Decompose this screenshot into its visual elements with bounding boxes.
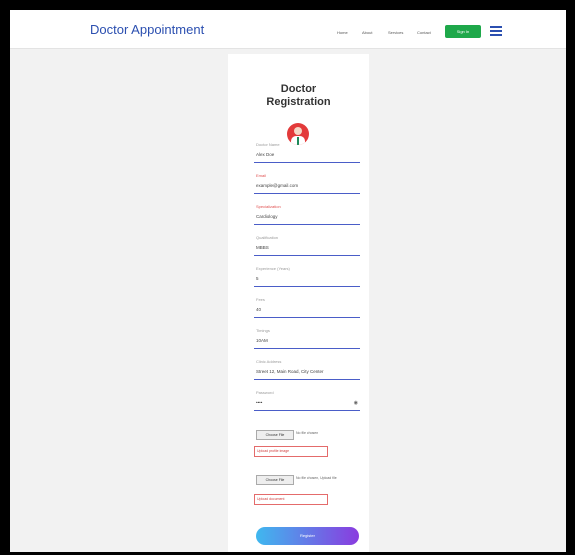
nav-home[interactable]: Home [337, 30, 348, 35]
menu-icon[interactable] [490, 26, 502, 36]
choose-file-button[interactable]: Choose File [256, 475, 294, 485]
register-button[interactable]: Register [256, 527, 359, 545]
nav-contact[interactable]: Contact [417, 30, 431, 35]
nav-services[interactable]: Services [388, 30, 403, 35]
error-message: Upload document [254, 494, 328, 505]
nav-about[interactable]: About [362, 30, 372, 35]
field-timings[interactable]: Timings 10AM [254, 328, 360, 350]
registration-card: Doctor Registration Doctor Name Alex Doe… [228, 54, 369, 552]
choose-file-button[interactable]: Choose File [256, 430, 294, 440]
field-qualification[interactable]: Qualification MBBS [254, 235, 360, 257]
field-doctor-name[interactable]: Doctor Name Alex Doe [254, 142, 360, 164]
field-fees[interactable]: Fees 40 [254, 297, 360, 319]
field-specialization[interactable]: Specialization Cardiology [254, 204, 360, 226]
error-message: Upload profile image [254, 446, 328, 457]
field-experience[interactable]: Experience (Years) 5 [254, 266, 360, 288]
file-upload-2: Choose File No file chosen, Upload file [254, 475, 360, 487]
browser-viewport: Doctor Appointment Home About Services C… [10, 10, 566, 552]
file-upload-1: Choose File No file chosen [254, 430, 360, 442]
field-clinic-address[interactable]: Clinic Address Street 12, Main Road, Cit… [254, 359, 360, 381]
sign-in-button[interactable]: Sign In [445, 25, 481, 38]
navbar: Doctor Appointment Home About Services C… [10, 10, 566, 49]
form-title: Doctor Registration [266, 83, 331, 108]
eye-icon[interactable]: ◉ [354, 400, 358, 406]
brand-logo[interactable]: Doctor Appointment [90, 22, 204, 37]
field-email[interactable]: Email example@gmail.com [254, 173, 360, 195]
field-password[interactable]: Password •••• ◉ [254, 390, 360, 412]
